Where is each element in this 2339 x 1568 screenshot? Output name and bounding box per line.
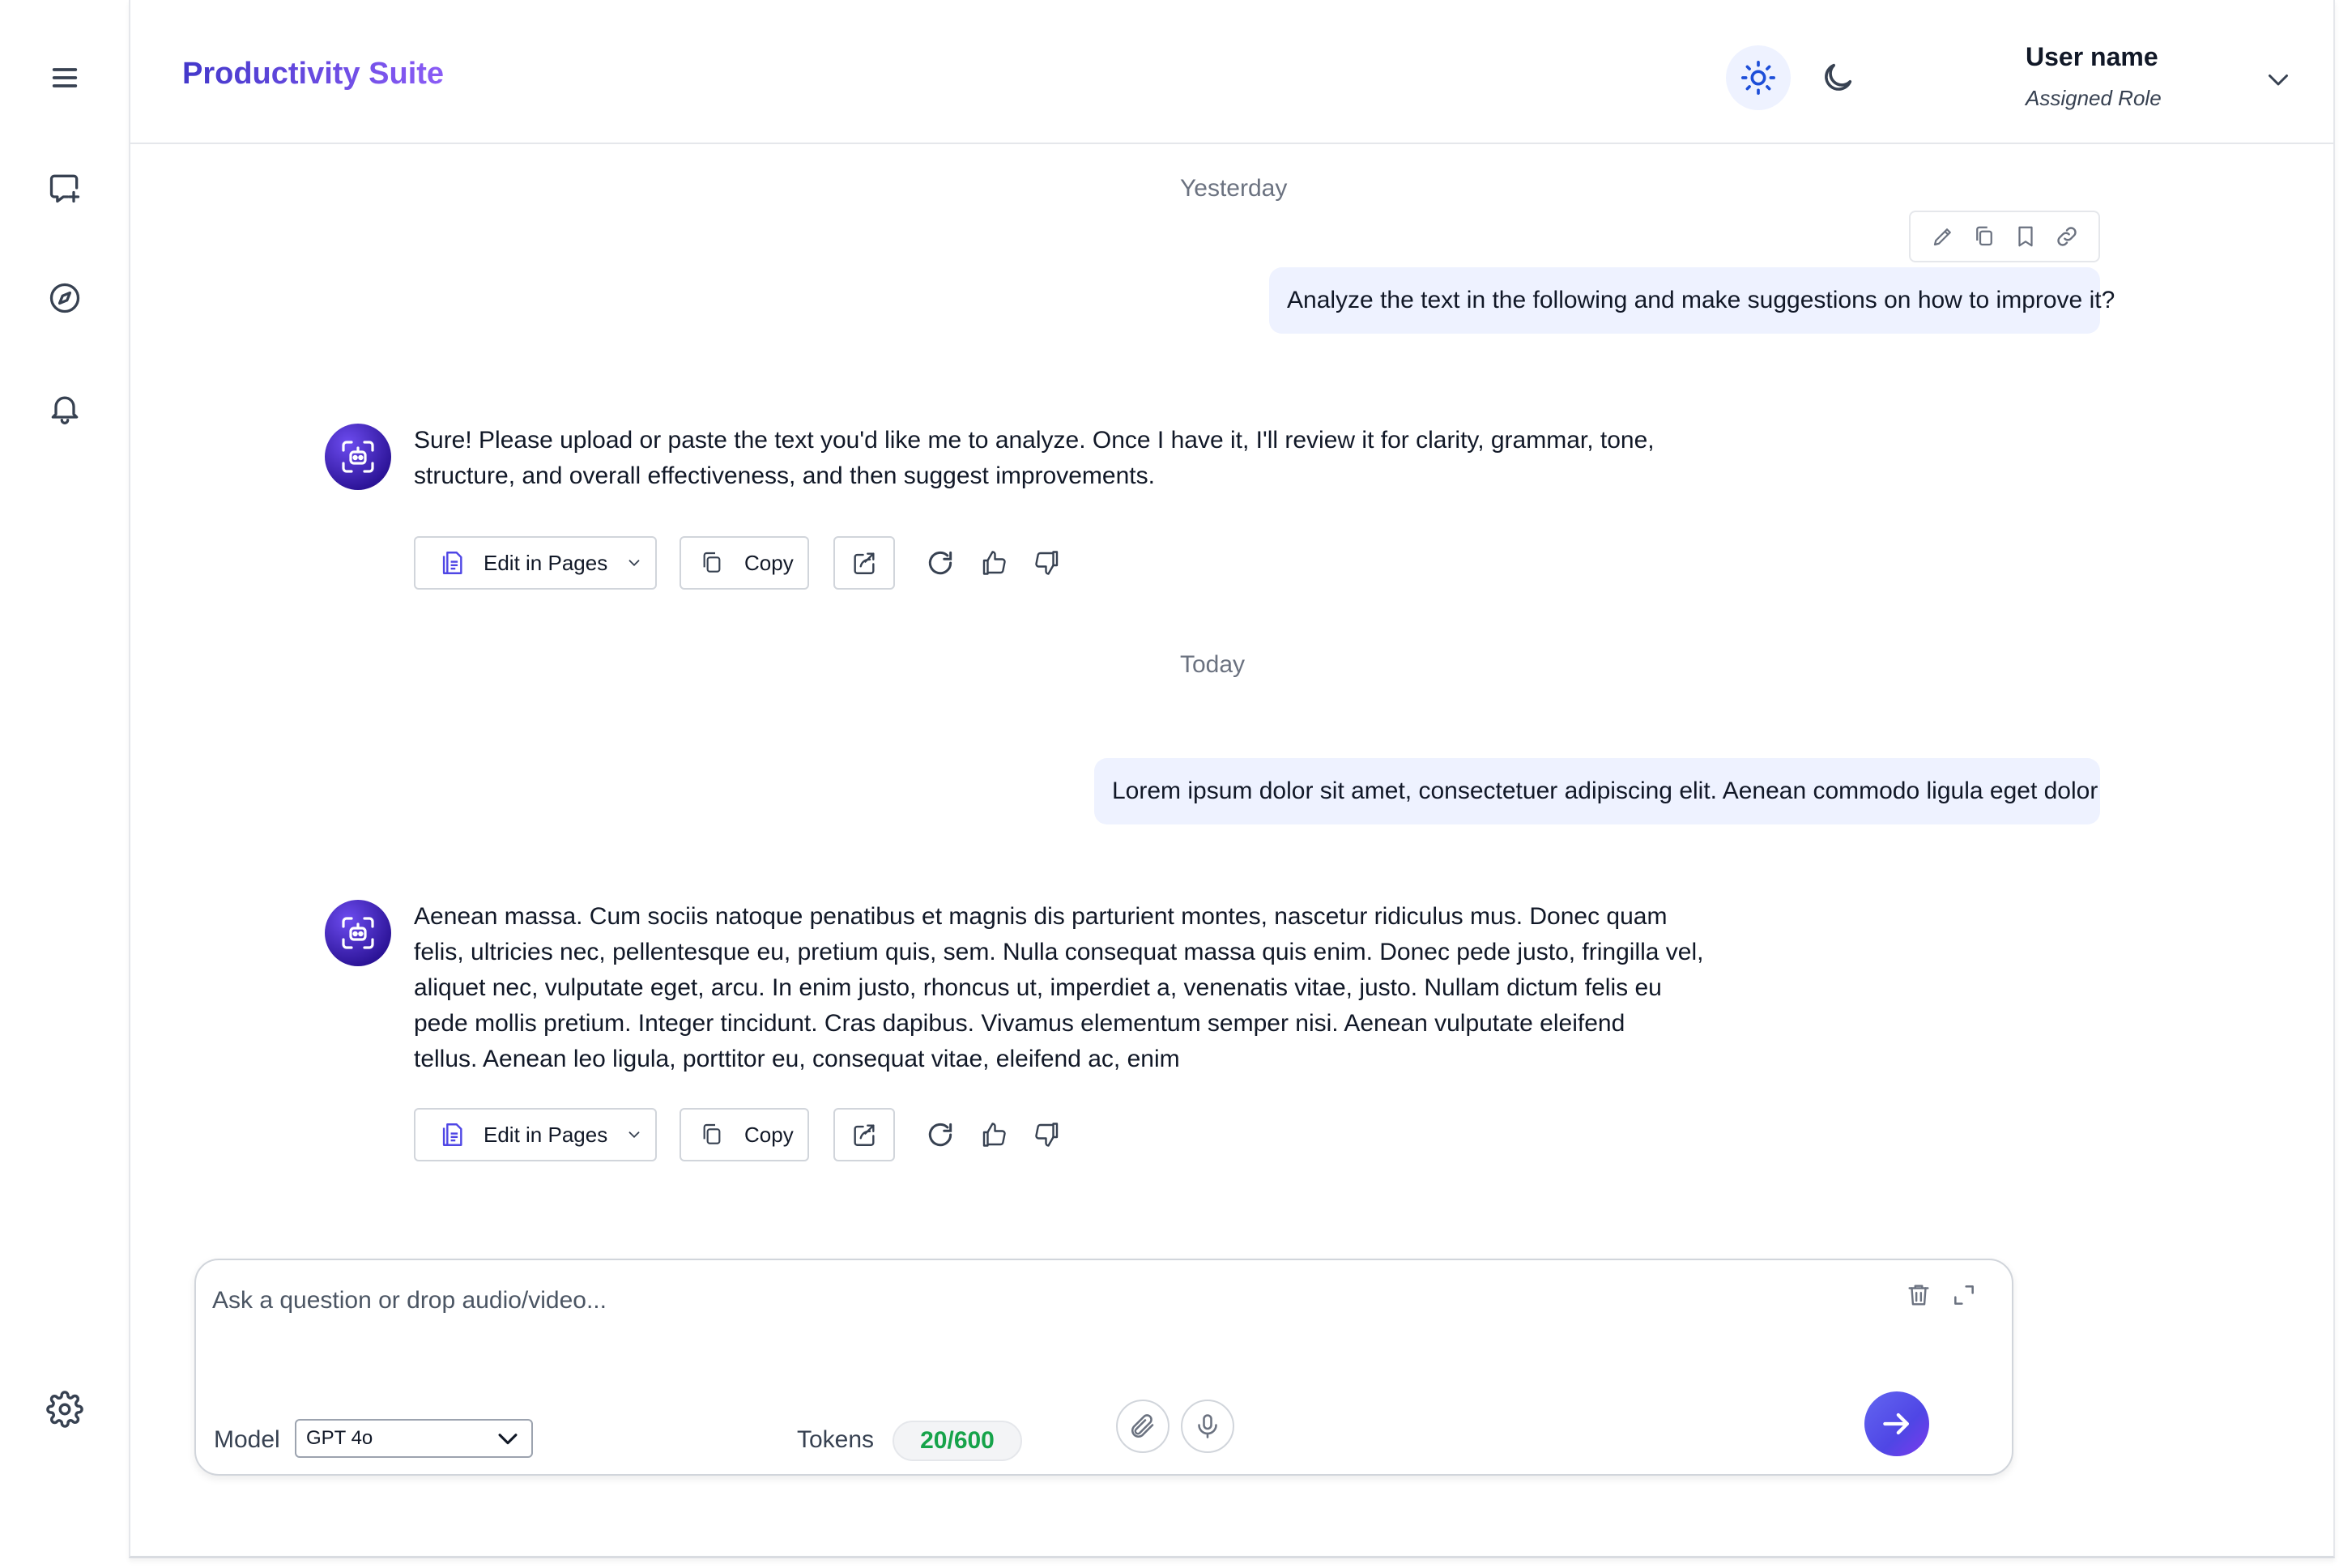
edit-in-pages-label: Edit in Pages [484,550,608,575]
refresh-icon [925,548,956,578]
moon-icon [1819,59,1856,96]
notifications-button[interactable] [36,379,94,437]
composer: Model GPT 4o Tokens 20/600 [194,1259,2013,1476]
expand-input-button[interactable] [1945,1276,1983,1314]
assistant-avatar [325,424,391,490]
link-icon [2054,224,2080,249]
sun-icon [1740,59,1777,96]
document-icon [438,1121,466,1148]
explore-button[interactable] [36,269,94,327]
new-chat-icon [47,170,83,206]
bookmark-icon [2013,224,2038,249]
compass-icon [47,280,83,316]
arrow-right-icon [1879,1406,1915,1442]
clear-input-button[interactable] [1900,1276,1937,1314]
new-chat-button[interactable] [36,159,94,217]
chevron-down-icon [625,554,643,572]
copy-icon [1972,224,1996,249]
user-message: Analyze the text in the following and ma… [1269,267,2115,334]
pencil-icon [1931,224,1955,249]
model-value: GPT 4o [306,1427,373,1449]
message-line: felis, ultricies nec, pellentesque eu, p… [414,939,1704,965]
settings-button[interactable] [36,1380,94,1438]
message-line: Sure! Please upload or paste the text yo… [414,427,1655,454]
model-label: Model [214,1426,280,1453]
assistant-message: Aenean massa. Cum sociis natoque penatib… [414,899,1703,1077]
copy-button[interactable]: Copy [680,536,809,590]
edit-in-pages-button[interactable]: Edit in Pages [414,1108,657,1161]
prompt-input[interactable] [212,1276,1881,1325]
thumbs-down-button[interactable] [1028,543,1067,582]
copy-message-button[interactable] [1968,220,2000,253]
paperclip-icon [1128,1412,1157,1441]
menu-button[interactable] [36,49,94,107]
user-role: Assigned Role [2026,86,2162,110]
bell-icon [47,390,83,426]
document-icon [438,549,466,577]
copy-label: Copy [744,550,794,575]
attach-button[interactable] [1116,1400,1170,1453]
edit-message-button[interactable] [1927,220,1959,253]
copy-icon [699,550,725,576]
microphone-button[interactable] [1181,1400,1234,1453]
thumbs-up-button[interactable] [974,543,1013,582]
message-toolbar [1909,211,2100,262]
copy-label: Copy [744,1122,794,1147]
chevron-down-icon [2264,65,2293,94]
chevron-down-icon [625,1126,643,1144]
user-message: Lorem ipsum dolor sit amet, consectetuer… [1094,758,2100,824]
bookmark-message-button[interactable] [2009,220,2042,253]
thumbs-down-icon [1033,1120,1062,1149]
thumbs-down-icon [1033,548,1062,577]
chevron-down-icon [494,1425,522,1452]
edit-in-pages-label: Edit in Pages [484,1122,608,1147]
microphone-icon [1193,1412,1222,1441]
copy-icon [699,1122,725,1148]
link-message-button[interactable] [2051,220,2083,253]
message-line: structure, and overall effectiveness, an… [414,462,1155,489]
share-button[interactable] [833,536,895,590]
message-line: pede mollis pretium. Integer tincidunt. … [414,1010,1625,1037]
gear-icon [46,1391,83,1428]
robot-icon [339,437,377,476]
thumbs-up-icon [979,548,1008,577]
share-button[interactable] [833,1108,895,1161]
tokens-label: Tokens [797,1426,875,1453]
thumbs-up-icon [979,1120,1008,1149]
regenerate-button[interactable] [921,1115,960,1154]
user-name: User name [2026,42,2158,71]
message-line: tellus. Aenean leo ligula, porttitor eu,… [414,1046,1180,1072]
day-separator: Today [1180,651,1246,678]
thumbs-up-button[interactable] [974,1115,1013,1154]
copy-button[interactable]: Copy [680,1108,809,1161]
send-button[interactable] [1864,1391,1929,1456]
message-line: Aenean massa. Cum sociis natoque penatib… [414,903,1668,930]
refresh-icon [925,1119,956,1150]
header: Productivity Suite User name Assigned Ro… [130,0,2333,144]
assistant-message: Sure! Please upload or paste the text yo… [414,423,1655,494]
app-title: Productivity Suite [182,57,445,91]
user-menu-toggle[interactable] [2256,57,2301,102]
regenerate-button[interactable] [921,543,960,582]
trash-icon [1905,1281,1932,1309]
light-theme-button[interactable] [1726,45,1791,110]
robot-icon [339,914,377,952]
menu-icon [49,62,81,94]
message-line: aliquet nec, vulputate eget, arcu. In en… [414,974,1662,1001]
thumbs-down-button[interactable] [1028,1115,1067,1154]
share-icon [850,1121,878,1148]
model-select[interactable]: GPT 4o [295,1419,533,1458]
tokens-count: 20/600 [893,1421,1022,1461]
share-icon [850,549,878,577]
dark-theme-button[interactable] [1805,45,1870,110]
sidebar [0,0,130,1568]
day-separator: Yesterday [1180,175,1288,202]
assistant-avatar [325,900,391,966]
edit-in-pages-button[interactable]: Edit in Pages [414,536,657,590]
expand-icon [1951,1282,1977,1308]
